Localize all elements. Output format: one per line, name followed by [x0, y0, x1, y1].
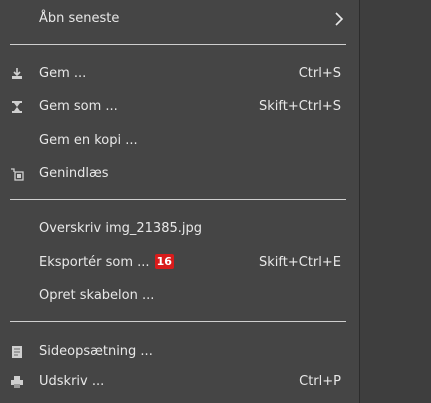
menu-item-export-as[interactable]: Eksportér som ... 16 Skift+Ctrl+E [0, 252, 360, 274]
menu-item-open-recent[interactable]: Åbn seneste [0, 8, 360, 30]
background-panel [360, 0, 431, 403]
revert-icon [11, 168, 24, 181]
menu-item-label: Opret skabelon ... [39, 288, 155, 303]
shortcut-label: Ctrl+S [298, 66, 341, 81]
shortcut-label: Ctrl+P [299, 374, 341, 389]
save-icon [12, 68, 22, 79]
shortcut-label: Skift+Ctrl+S [258, 99, 341, 114]
chevron-right-icon [335, 12, 344, 26]
print-icon [11, 376, 23, 388]
menu-item-create-template[interactable]: Opret skabelon ... [0, 285, 360, 307]
menu-item-label-wrap: Eksportér som ... 16 [39, 252, 174, 274]
menu-item-overwrite[interactable]: Overskriv img_21385.jpg [0, 218, 360, 240]
menu-item-save[interactable]: Gem ... Ctrl+S [0, 63, 360, 85]
menu-item-label: Eksportér som ... [39, 255, 150, 270]
menu-separator [10, 44, 346, 45]
menu-item-save-copy[interactable]: Gem en kopi ... [0, 130, 360, 152]
file-menu: Åbn seneste Gem ... Ctrl+S Gem som ... S… [0, 0, 360, 403]
page-setup-icon [12, 346, 22, 358]
menu-separator [10, 199, 346, 200]
menu-item-label: Genindlæs [39, 166, 109, 181]
stage: Åbn seneste Gem ... Ctrl+S Gem som ... S… [0, 0, 431, 403]
menu-separator [10, 321, 346, 322]
menu-item-label: Gem en kopi ... [39, 133, 138, 148]
menu-item-label: Åbn seneste [39, 11, 120, 26]
menu-item-label: Gem som ... [39, 99, 118, 114]
menu-item-revert[interactable]: Genindlæs [0, 163, 360, 185]
menu-item-label: Udskriv ... [39, 374, 105, 389]
menu-item-label: Gem ... [39, 66, 87, 81]
shortcut-label: Skift+Ctrl+E [259, 255, 341, 270]
menu-item-save-as[interactable]: Gem som ... Skift+Ctrl+S [0, 96, 360, 118]
menu-item-label: Sideopsætning ... [39, 344, 153, 359]
badge-number: 16 [154, 254, 174, 269]
save-as-icon [12, 101, 22, 113]
menu-item-page-setup[interactable]: Sideopsætning ... [0, 341, 360, 363]
menu-item-print[interactable]: Udskriv ... Ctrl+P [0, 371, 360, 393]
menu-item-label: Overskriv img_21385.jpg [39, 221, 202, 236]
